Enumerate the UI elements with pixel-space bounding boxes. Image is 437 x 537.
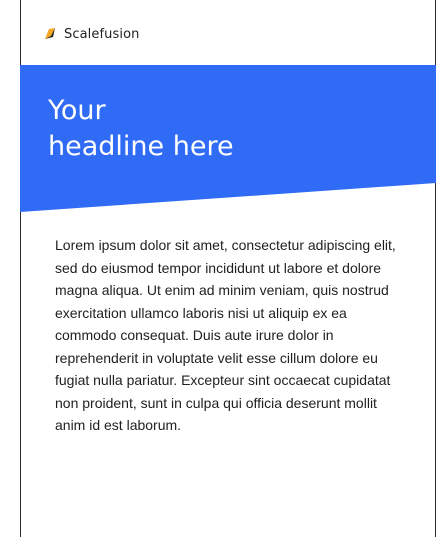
document-page: Scalefusion Your headline here Lorem ips… [0, 0, 437, 537]
body-paragraph: Lorem ipsum dolor sit amet, consectetur … [55, 237, 396, 433]
brand-header: Scalefusion [42, 25, 139, 43]
hero-headline: Your headline here [48, 95, 234, 162]
hero-banner: Your headline here [20, 65, 436, 212]
brand-name: Scalefusion [64, 26, 140, 42]
scalefusion-logo-icon [45, 28, 55, 39]
